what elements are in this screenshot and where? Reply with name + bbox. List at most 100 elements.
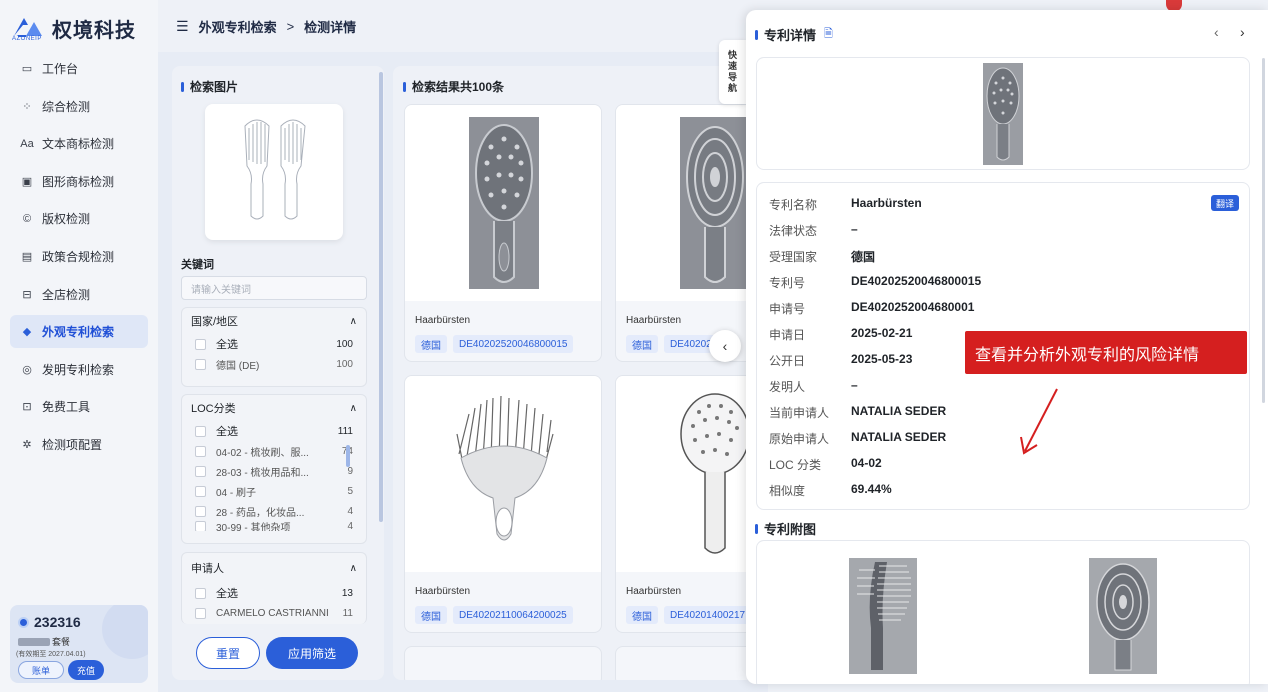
policy-icon: ▤ bbox=[21, 250, 33, 263]
chevron-up-icon: ∧ bbox=[349, 402, 357, 414]
logo-mark-icon: AZONEIP bbox=[12, 16, 44, 42]
nav-item-comprehensive[interactable]: ⁘ 综合检测 bbox=[10, 90, 148, 123]
reset-button[interactable]: 重置 bbox=[196, 637, 260, 669]
field-row: 申请日 2025-02-21 bbox=[769, 326, 913, 342]
checkbox[interactable] bbox=[195, 485, 206, 497]
result-card[interactable]: Haarbürsten 德国 DE40202110064200025 bbox=[404, 375, 602, 633]
filter-scrollbar[interactable] bbox=[379, 72, 383, 522]
filter-option[interactable]: 30-99 - 其他杂项 4 bbox=[182, 521, 366, 531]
attachment-image-side[interactable] bbox=[849, 558, 917, 674]
annotation-arrow-icon bbox=[1020, 388, 1058, 455]
result-card[interactable]: Haarbürsten 德国 DE40202 bbox=[615, 104, 753, 362]
keyword-input[interactable]: 请输入关键词 bbox=[181, 276, 367, 300]
loc-scrollbar[interactable] bbox=[346, 445, 350, 467]
monitor-icon: ▭ bbox=[21, 63, 33, 75]
checkbox[interactable] bbox=[195, 425, 206, 437]
results-count-title: 检索结果共100条 bbox=[412, 80, 505, 94]
grid-icon: ⁘ bbox=[22, 100, 32, 113]
search-image[interactable] bbox=[205, 104, 343, 240]
filter-option[interactable]: 28 - 药品，化妆品... 4 bbox=[182, 501, 366, 521]
store-icon: ⊟ bbox=[22, 288, 32, 301]
filter-group-header[interactable]: LOC分类 ∧ bbox=[182, 395, 366, 421]
filter-option[interactable]: 德国 (DE) 100 bbox=[182, 354, 366, 374]
result-card[interactable] bbox=[615, 646, 753, 680]
image-icon: ▣ bbox=[21, 175, 33, 188]
settings-icon: ✲ bbox=[22, 438, 32, 451]
filter-option[interactable]: 全选 13 bbox=[182, 583, 366, 603]
chevron-up-icon: ∧ bbox=[349, 315, 357, 327]
field-row: 发明人 – bbox=[769, 378, 858, 394]
field-row: 专利名称 Haarbürsten bbox=[769, 196, 922, 212]
result-name: Haarbürsten bbox=[415, 586, 471, 597]
apply-filter-button[interactable]: 应用筛选 bbox=[266, 637, 358, 669]
attachment-image-front[interactable] bbox=[1089, 558, 1157, 674]
field-row: 当前申请人 NATALIA SEDER bbox=[769, 404, 947, 420]
recharge-button[interactable]: 充值 bbox=[68, 660, 104, 680]
filter-option[interactable]: 全选 111 bbox=[182, 421, 366, 441]
drawer-scrollbar[interactable] bbox=[1262, 58, 1265, 403]
nav-item-policy[interactable]: ▤ 政策合规检测 bbox=[10, 240, 148, 273]
briefcase-icon: ⊡ bbox=[22, 401, 32, 414]
filter-group-header[interactable]: 国家/地区 ∧ bbox=[182, 308, 366, 334]
plan-label: 套餐 bbox=[52, 637, 71, 647]
checkbox[interactable] bbox=[195, 358, 206, 370]
checkbox[interactable] bbox=[195, 505, 206, 517]
annotation-callout: 查看并分析外观专利的风险详情 bbox=[965, 331, 1247, 374]
account-badge-icon bbox=[18, 616, 29, 628]
patent-number-tag: DE40201400217 bbox=[664, 606, 752, 624]
checkbox[interactable] bbox=[195, 607, 206, 619]
nav-item-invention-patent[interactable]: ◎ 发明专利检索 bbox=[10, 353, 148, 386]
redacted-plan-name bbox=[18, 637, 50, 646]
filter-option[interactable]: 04 - 刷子 5 bbox=[182, 481, 366, 501]
nav-item-free-tools[interactable]: ⊡ 免费工具 bbox=[10, 390, 148, 423]
nav-item-text-trademark[interactable]: Aa 文本商标检测 bbox=[10, 127, 148, 160]
nav-item-config[interactable]: ✲ 检测项配置 bbox=[10, 428, 148, 461]
checkbox[interactable] bbox=[195, 445, 206, 457]
filter-option[interactable]: CARMELO CASTRIANNI 11 bbox=[182, 603, 366, 623]
breadcrumb-parent[interactable]: 外观专利检索 bbox=[199, 17, 277, 36]
filter-option[interactable]: 28-03 - 梳妆用品和... 9 bbox=[182, 461, 366, 481]
patent-attachments bbox=[756, 540, 1250, 684]
filter-group-country: 国家/地区 ∧ 全选 100 德国 (DE) 100 bbox=[181, 307, 367, 387]
results-panel: 检索结果共100条 Haarbürsten 德国 DE40202520046800… bbox=[393, 66, 753, 680]
result-card[interactable]: Haarbürsten 德国 DE40202520046800015 bbox=[404, 104, 602, 362]
field-row: 专利号 DE40202520046800015 bbox=[769, 274, 982, 290]
cube-icon: ◆ bbox=[22, 326, 32, 339]
nav-item-store[interactable]: ⊟ 全店检测 bbox=[10, 278, 148, 311]
result-card[interactable]: Haarbürsten 德国 DE40201400217 bbox=[615, 375, 753, 633]
logo[interactable]: AZONEIP 权境科技 bbox=[12, 14, 136, 43]
filter-group-loc: LOC分类∧ 全选111 04-02 - 梳妆刷、服...74 28-03 - … bbox=[181, 394, 367, 544]
checkbox[interactable] bbox=[195, 587, 206, 599]
filter-group-header[interactable]: 申请人 ∧ bbox=[182, 553, 366, 583]
prev-arrow-icon[interactable]: ‹ bbox=[1214, 24, 1219, 40]
nav-item-copyright[interactable]: © 版权检测 bbox=[10, 202, 148, 235]
filter-option[interactable]: 04-02 - 梳妆刷、服...74 bbox=[182, 441, 366, 461]
field-row: 公开日 2025-05-23 bbox=[769, 352, 913, 368]
nav-item-image-trademark[interactable]: ▣ 图形商标检测 bbox=[10, 165, 148, 198]
checkbox[interactable] bbox=[195, 338, 206, 350]
menu-toggle-icon[interactable]: ☰ bbox=[176, 18, 189, 35]
collapse-drawer-button[interactable]: ‹ bbox=[709, 330, 741, 362]
bill-button[interactable]: 账单 bbox=[18, 661, 64, 679]
field-row: 法律状态 – bbox=[769, 222, 858, 238]
result-name: Haarbürsten bbox=[626, 586, 682, 597]
filter-option[interactable]: 全选 100 bbox=[182, 334, 366, 354]
document-icon[interactable]: 🗎 bbox=[824, 25, 833, 44]
checkbox[interactable] bbox=[195, 521, 206, 531]
field-row: 原始申请人 NATALIA SEDER bbox=[769, 430, 947, 446]
nav-item-workbench[interactable]: ▭ 工作台 bbox=[10, 52, 148, 85]
country-tag: 德国 bbox=[626, 606, 658, 624]
result-card[interactable] bbox=[404, 646, 602, 680]
patent-detail-drawer: 专利详情 🗎 ‹ › 翻译 专利名称 Haarbürsten 法律状态 – 受理国家德… bbox=[746, 10, 1268, 684]
checkbox[interactable] bbox=[195, 465, 206, 477]
field-row: 受理国家 德国 bbox=[769, 250, 876, 264]
translate-button[interactable]: 翻译 bbox=[1211, 195, 1239, 211]
result-name: Haarbürsten bbox=[626, 315, 682, 326]
nav-item-design-patent[interactable]: ◆ 外观专利检索 bbox=[10, 315, 148, 349]
search-image-title: 检索图片 bbox=[190, 80, 239, 94]
text-icon: Aa bbox=[20, 137, 34, 150]
quick-nav-tab[interactable]: 快 速 导 航 bbox=[719, 40, 746, 104]
patent-main-image[interactable] bbox=[756, 57, 1250, 170]
next-arrow-icon[interactable]: › bbox=[1240, 24, 1245, 40]
account-id: 232316 bbox=[34, 614, 81, 630]
